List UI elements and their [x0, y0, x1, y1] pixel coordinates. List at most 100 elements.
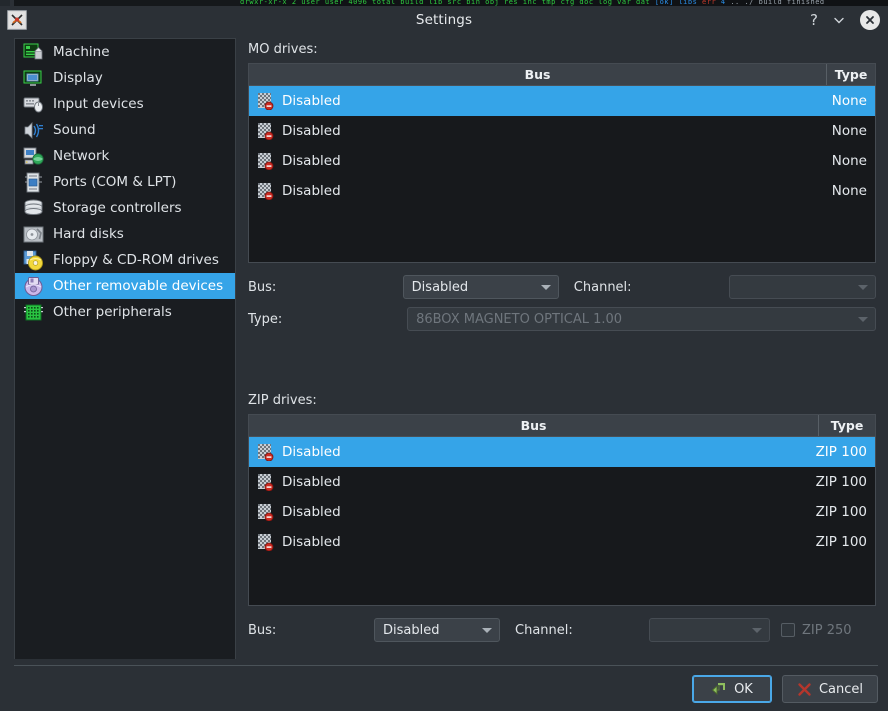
column-header-bus: Bus: [249, 64, 827, 85]
chevron-down-icon[interactable]: [832, 13, 846, 27]
dialog-footer: OK Cancel: [0, 659, 888, 711]
sidebar-item-label: Hard disks: [53, 226, 124, 242]
mo-drives-label: MO drives:: [248, 42, 318, 57]
sidebar-item-label: Ports (COM & LPT): [53, 174, 177, 190]
cancel-button[interactable]: Cancel: [781, 675, 878, 703]
cancel-button-label: Cancel: [818, 681, 863, 697]
bus-value: Disabled: [282, 444, 341, 460]
zip250-checkbox[interactable]: ZIP 250: [781, 623, 852, 638]
zip-bus-select[interactable]: Disabled: [374, 618, 500, 642]
bus-value: Disabled: [282, 534, 341, 550]
table-row[interactable]: Disabled None: [249, 116, 875, 146]
footer-separator: [14, 665, 878, 666]
bus-value: Disabled: [282, 93, 341, 109]
table-row[interactable]: Disabled ZIP 100: [249, 527, 875, 557]
cell-type: None: [831, 183, 867, 199]
sidebar-item-label: Display: [53, 70, 103, 86]
sidebar-item-hard-disks[interactable]: Hard disks: [15, 221, 235, 247]
sidebar-item-label: Machine: [53, 44, 110, 60]
bus-value: Disabled: [282, 504, 341, 520]
zip-drives-table[interactable]: Bus Type Disabled ZIP 100 Disabled ZIP 1…: [248, 414, 876, 606]
close-icon[interactable]: [860, 10, 880, 30]
storage-controllers-icon: [24, 199, 43, 215]
sidebar-item-storage-controllers[interactable]: Storage controllers: [15, 195, 235, 221]
hard-disks-icon: [23, 226, 44, 242]
cell-type: ZIP 100: [815, 474, 867, 490]
zip-table-header: Bus Type: [249, 415, 875, 437]
cell-bus: Disabled: [249, 182, 821, 200]
cell-type: None: [831, 123, 867, 139]
ok-button-label: OK: [734, 681, 753, 697]
chevron-down-icon: [858, 317, 868, 322]
zip-bus-value: Disabled: [383, 622, 440, 638]
ports-icon: [25, 172, 42, 192]
cell-type: None: [831, 93, 867, 109]
network-icon: [23, 147, 44, 165]
sidebar-item-machine[interactable]: Machine: [15, 39, 235, 65]
column-header-type: Type: [819, 415, 875, 436]
zip-drive-disabled-icon: [258, 443, 274, 461]
mo-type-select[interactable]: 86BOX MAGNETO OPTICAL 1.00: [407, 307, 876, 331]
mo-drive-disabled-icon: [258, 92, 274, 110]
chevron-down-icon: [752, 628, 762, 633]
enter-check-icon: [711, 683, 726, 696]
other-removable-icon: [24, 276, 43, 296]
zip250-checkbox-label: ZIP 250: [802, 622, 852, 638]
sidebar-item-network[interactable]: Network: [15, 143, 235, 169]
table-row[interactable]: Disabled None: [249, 176, 875, 206]
mo-drives-table[interactable]: Bus Type Disabled None Disabled None Dis…: [248, 63, 876, 263]
settings-window: Settings ? Machine Display Input devices…: [0, 6, 888, 711]
cell-type: ZIP 100: [815, 504, 867, 520]
zip-channel-select[interactable]: [649, 618, 770, 642]
sidebar-item-label: Floppy & CD-ROM drives: [53, 252, 219, 268]
mo-bus-label: Bus:: [248, 279, 277, 295]
window-body: Machine Display Input devices Sound Netw…: [0, 34, 888, 660]
zip-drives-label: ZIP drives:: [248, 393, 317, 408]
zip-drive-disabled-icon: [258, 503, 274, 521]
zip-channel-label: Channel:: [515, 622, 573, 638]
column-header-type: Type: [834, 67, 868, 82]
window-title: Settings: [415, 12, 473, 28]
table-row[interactable]: Disabled ZIP 100: [249, 497, 875, 527]
cell-bus: Disabled: [249, 503, 813, 521]
input-devices-icon: [23, 97, 43, 112]
cell-type: ZIP 100: [815, 534, 867, 550]
table-row[interactable]: Disabled ZIP 100: [249, 437, 875, 467]
settings-sidebar[interactable]: Machine Display Input devices Sound Netw…: [14, 38, 236, 660]
mo-drive-disabled-icon: [258, 122, 274, 140]
mo-channel-label: Channel:: [573, 279, 632, 295]
cell-bus: Disabled: [249, 473, 813, 491]
sidebar-item-floppy-cdrom[interactable]: Floppy & CD-ROM drives: [15, 247, 235, 273]
cell-bus: Disabled: [249, 152, 821, 170]
footer-buttons: OK Cancel: [691, 675, 878, 703]
sidebar-item-other-peripherals[interactable]: Other peripherals: [15, 299, 235, 325]
other-peripherals-icon: [24, 304, 43, 320]
sidebar-item-display[interactable]: Display: [15, 65, 235, 91]
sidebar-item-label: Input devices: [53, 96, 144, 112]
mo-table-header: Bus Type: [249, 64, 875, 86]
mo-bus-select[interactable]: Disabled: [402, 275, 559, 299]
settings-main-pane: MO drives: Bus Type Disabled None Disabl…: [236, 34, 888, 659]
help-icon[interactable]: ?: [810, 12, 818, 28]
mo-type-row: Type: 86BOX MAGNETO OPTICAL 1.00: [248, 307, 876, 331]
sidebar-item-sound[interactable]: Sound: [15, 117, 235, 143]
desktop-background: drwxr-xr-x 2 user user 4096 total build …: [0, 0, 888, 711]
mo-drive-disabled-icon: [258, 152, 274, 170]
cell-bus: Disabled: [249, 122, 821, 140]
sidebar-item-label: Other peripherals: [53, 304, 172, 320]
table-row[interactable]: Disabled None: [249, 86, 875, 116]
app-86box-icon: [7, 10, 27, 30]
sidebar-item-other-removable-devices[interactable]: Other removable devices: [15, 273, 235, 299]
mo-type-label: Type:: [248, 311, 283, 327]
title-bar: Settings ?: [0, 6, 888, 34]
column-header-bus: Bus: [249, 415, 819, 436]
bus-value: Disabled: [282, 153, 341, 169]
zip-drive-disabled-icon: [258, 533, 274, 551]
mo-channel-select[interactable]: [729, 275, 876, 299]
zip250-checkbox-box[interactable]: [781, 623, 795, 637]
ok-button[interactable]: OK: [691, 675, 772, 703]
table-row[interactable]: Disabled ZIP 100: [249, 467, 875, 497]
sidebar-item-ports[interactable]: Ports (COM & LPT): [15, 169, 235, 195]
table-row[interactable]: Disabled None: [249, 146, 875, 176]
sidebar-item-input-devices[interactable]: Input devices: [15, 91, 235, 117]
